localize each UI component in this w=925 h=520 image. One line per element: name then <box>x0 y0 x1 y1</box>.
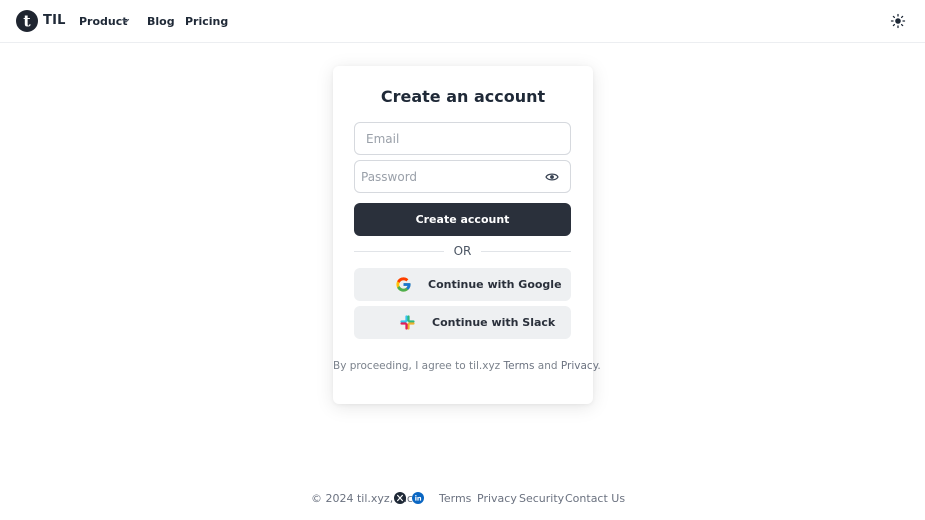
slack-icon <box>400 315 415 330</box>
footer: © 2024 til.xyz, Inc. Terms Privacy Secur… <box>0 491 925 507</box>
logo-t-icon: t <box>23 12 31 31</box>
top-nav-bar: t TIL Product Blog Pricing <box>0 0 925 43</box>
nav-blog[interactable]: Blog <box>147 15 175 28</box>
legal-notice: By proceeding, I agree to til.xyz Terms … <box>333 360 601 372</box>
chevron-down-icon[interactable] <box>121 16 131 26</box>
slack-button-label: Continue with Slack <box>432 316 556 329</box>
email-input[interactable] <box>355 123 570 154</box>
create-account-button[interactable]: Create account <box>354 203 571 236</box>
divider-line-left <box>354 251 444 252</box>
sun-icon[interactable] <box>890 13 906 29</box>
legal-and: and <box>534 360 561 372</box>
google-button-label: Continue with Google <box>428 278 562 291</box>
x-icon[interactable] <box>394 492 406 504</box>
privacy-link[interactable]: Privacy <box>561 360 598 372</box>
page-title: Create an account <box>380 87 546 106</box>
email-field[interactable] <box>354 122 571 155</box>
google-icon <box>396 277 411 292</box>
terms-link[interactable]: Terms <box>504 360 535 372</box>
nav-pricing[interactable]: Pricing <box>185 15 228 28</box>
footer-privacy-link[interactable]: Privacy <box>477 492 517 505</box>
continue-with-slack-button[interactable]: Continue with Slack <box>354 306 571 339</box>
legal-suffix: . <box>597 360 601 372</box>
password-input[interactable] <box>355 161 570 192</box>
divider-line-right <box>481 251 571 252</box>
or-divider: OR <box>354 244 571 260</box>
til-logo[interactable]: t <box>16 10 38 32</box>
footer-security-link[interactable]: Security <box>519 492 564 505</box>
signup-card: Create an account Create account OR Cont… <box>333 66 601 404</box>
eye-icon[interactable] <box>545 171 559 183</box>
footer-contact-link[interactable]: Contact Us <box>565 492 625 505</box>
password-field[interactable] <box>354 160 571 193</box>
brand-name[interactable]: TIL <box>43 13 66 28</box>
footer-terms-link[interactable]: Terms <box>439 492 471 505</box>
or-label: OR <box>453 244 472 258</box>
linkedin-icon[interactable] <box>412 492 424 504</box>
continue-with-google-button[interactable]: Continue with Google <box>354 268 571 301</box>
legal-prefix: By proceeding, I agree to til.xyz <box>333 360 504 372</box>
svg-text:t: t <box>23 12 31 31</box>
